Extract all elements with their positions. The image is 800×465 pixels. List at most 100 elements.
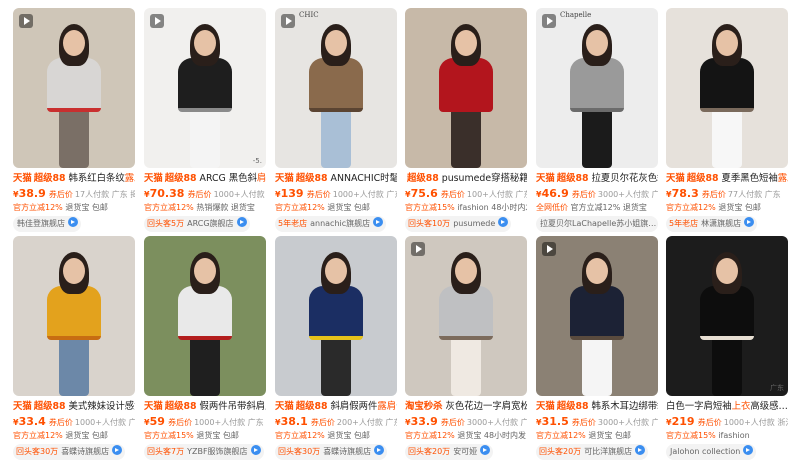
product-title[interactable]: 天猫超级88 韩系木耳边绑带斜肩… (536, 400, 658, 414)
price-value: 78.3 (671, 187, 699, 200)
model-figure (301, 246, 371, 396)
product-card[interactable]: -5. 天猫超级88 ARCG 黑色斜肩露肩…¥70.38 券后价1000+人付款… (144, 8, 266, 235)
model-face (194, 258, 216, 284)
product-title[interactable]: 天猫超级88 夏季黑色短袖露肩上… (666, 172, 788, 186)
title-highlight: 上衣 (731, 401, 751, 412)
arrow-right-icon[interactable] (498, 217, 509, 227)
model-face (325, 30, 347, 56)
product-card[interactable]: 天猫超级88 斜肩假两件露肩长袖…¥38.1 券后价200+人付款 广东官方立减… (275, 236, 397, 463)
price-label: 券后价 (697, 418, 722, 427)
product-image[interactable] (275, 236, 397, 396)
product-title[interactable]: 超级88 pusumede穿搭秘籍露肩… (405, 172, 527, 186)
title-text-end: 长袖… (396, 401, 397, 412)
title-text: 斜肩假两件 (327, 401, 378, 412)
product-image[interactable] (666, 8, 788, 168)
product-title[interactable]: 白色一字肩短袖上衣高级感… (666, 400, 788, 414)
store-link[interactable]: 拉夏贝尔LaChapelle苏小姐旗… (536, 216, 658, 232)
badge-tmall: 天猫 (275, 401, 294, 412)
product-image[interactable]: CHIC (275, 8, 397, 168)
arrow-right-icon[interactable] (250, 445, 261, 455)
product-card[interactable]: 淘宝秒杀 灰色花边一字肩宽松短…¥33.9 券后价3000+人付款 广东官方立减… (405, 236, 527, 463)
product-image[interactable]: 广东 (666, 236, 788, 396)
product-image[interactable] (405, 236, 527, 396)
video-play-icon[interactable] (150, 14, 164, 28)
store-link[interactable]: 回头客7万 YZBF服饰旗舰店 (144, 444, 264, 460)
store-link[interactable]: 回头客10万 pusumede (405, 216, 512, 232)
product-title[interactable]: 天猫超级88 假两件吊带斜肩卫衣… (144, 400, 266, 414)
price-value: 38.1 (280, 415, 308, 428)
price: ¥33.9 (405, 415, 438, 428)
arrow-right-icon[interactable] (743, 445, 754, 455)
product-card[interactable]: Chapelle天猫超级88 拉夏贝尔花灰色斜肩短…¥46.9 券后价3000+… (536, 8, 658, 235)
service-row: 官方立减12% 退货宝 包邮 (13, 201, 135, 214)
arrow-right-icon[interactable] (635, 445, 646, 455)
product-image[interactable]: -5. (144, 8, 266, 168)
title-text: pusumede穿搭秘籍 (438, 173, 527, 184)
arrow-right-icon[interactable] (112, 445, 123, 455)
product-card[interactable]: 天猫超级88 假两件吊带斜肩卫衣…¥59 券后价1000+人付款 广东官方立减1… (144, 236, 266, 463)
price: ¥70.38 (144, 187, 184, 200)
sales-location: 3000+人付款 广东 (466, 418, 527, 427)
price-label: 券后价 (187, 190, 212, 199)
store-link[interactable]: 韩佳登旗舰店 (13, 216, 81, 232)
video-play-icon[interactable] (281, 14, 295, 28)
product-title[interactable]: 天猫超级88 ANNACHIC时髦复… (275, 172, 397, 186)
product-title[interactable]: 天猫超级88 韩系红白条纹露肩长… (13, 172, 135, 186)
product-image[interactable] (144, 236, 266, 396)
price-row: ¥31.5 券后价3000+人付款 广东 (536, 414, 658, 429)
video-play-icon[interactable] (542, 242, 556, 256)
store-link[interactable]: 回头客5万 ARCG旗舰店 (144, 216, 250, 232)
arrow-right-icon[interactable] (744, 217, 755, 227)
discount-text: 官方立减12% (666, 203, 716, 212)
arrow-right-icon[interactable] (480, 445, 491, 455)
service-row: 官方立减12% 退货宝 包邮 (666, 201, 788, 214)
product-image[interactable] (536, 236, 658, 396)
video-play-icon[interactable] (411, 242, 425, 256)
video-play-icon[interactable] (19, 14, 33, 28)
product-card[interactable]: CHIC天猫超级88 ANNACHIC时髦复…¥139 券后价1000+人付款 … (275, 8, 397, 235)
model-figure (692, 246, 762, 396)
store-reputation: 回头客30万 (16, 447, 59, 456)
price-value: 59 (149, 415, 165, 428)
discount-text: 官方立减12% (536, 431, 586, 440)
store-link[interactable]: 回头客20万 可比洋旗舰店 (536, 444, 649, 460)
price: ¥78.3 (666, 187, 699, 200)
arrow-right-icon[interactable] (68, 217, 78, 227)
product-image[interactable]: Chapelle (536, 8, 658, 168)
product-title[interactable]: 天猫超级88 美式辣妹设计感黄色… (13, 400, 135, 414)
product-image[interactable] (13, 236, 135, 396)
store-link[interactable]: Jalohon collection (666, 444, 757, 460)
store-link[interactable]: 回头客20万 安可娅 (405, 444, 494, 460)
model-figure (562, 246, 632, 396)
discount-text: 官方立减12% (13, 203, 63, 212)
sales-location: 1000+人付款 广东 揭阳 (213, 190, 266, 199)
product-card[interactable]: 天猫超级88 韩系木耳边绑带斜肩…¥31.5 券后价3000+人付款 广东官方立… (536, 236, 658, 463)
image-brand-text: CHIC (299, 11, 319, 19)
model-figure (431, 246, 501, 396)
store-link[interactable]: 回头客30万 喜蝶诗旗舰店 (13, 444, 126, 460)
product-card[interactable]: 超级88 pusumede穿搭秘籍露肩…¥75.6 券后价100+人付款 广东官… (405, 8, 527, 235)
product-image[interactable] (405, 8, 527, 168)
arrow-right-icon[interactable] (236, 217, 247, 227)
product-card[interactable]: 天猫超级88 美式辣妹设计感黄色…¥33.4 券后价1000+人付款 广东官方立… (13, 236, 135, 463)
price-label: 券后价 (440, 418, 465, 427)
product-card[interactable]: 天猫超级88 韩系红白条纹露肩长…¥38.9 券后价17人付款 广东 揭阳官方立… (13, 8, 135, 235)
store-link[interactable]: 回头客30万 喜蝶诗旗舰店 (275, 444, 388, 460)
video-play-icon[interactable] (542, 14, 556, 28)
arrow-right-icon[interactable] (374, 445, 385, 455)
product-image[interactable] (13, 8, 135, 168)
sales-location: 3000+人付款 广东 广州 (597, 190, 658, 199)
product-card[interactable]: 天猫超级88 夏季黑色短袖露肩上…¥78.3 券后价77人付款 广东官方立减12… (666, 8, 788, 235)
product-title[interactable]: 淘宝秒杀 灰色花边一字肩宽松短… (405, 400, 527, 414)
product-title[interactable]: 天猫超级88 斜肩假两件露肩长袖… (275, 400, 397, 414)
model-face (455, 30, 477, 56)
product-card[interactable]: 广东 白色一字肩短袖上衣高级感… ¥219 券后价 1000+人付款 浙江 官方立减15… (666, 236, 788, 463)
model-legs (582, 106, 612, 168)
product-title[interactable]: 天猫超级88 拉夏贝尔花灰色斜肩短… (536, 172, 658, 186)
store-link[interactable]: 5年老店 annachic旗舰店 (275, 216, 387, 232)
store-link[interactable]: 5年老店 林潇旗舰店 (666, 216, 758, 232)
model-legs (190, 106, 220, 168)
arrow-right-icon[interactable] (373, 217, 384, 227)
store-name: annachic旗舰店 (310, 219, 371, 228)
product-title[interactable]: 天猫超级88 ARCG 黑色斜肩露肩… (144, 172, 266, 186)
